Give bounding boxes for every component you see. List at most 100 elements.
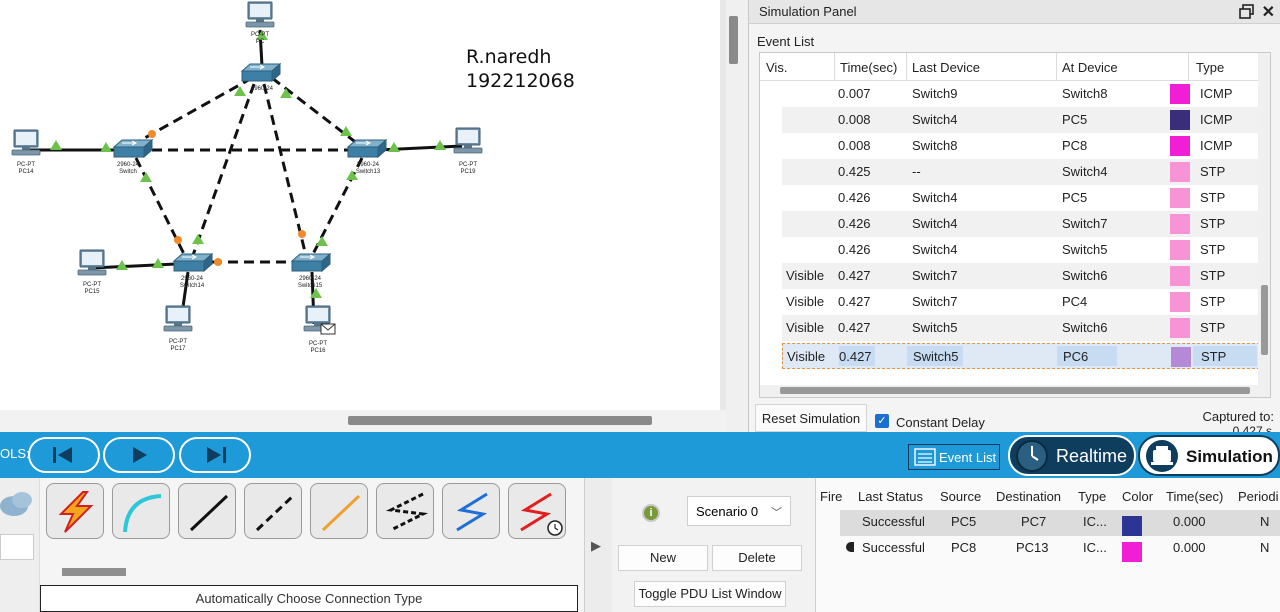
switch15-icon[interactable] xyxy=(291,253,331,272)
event-color-swatch xyxy=(1170,162,1190,182)
panel-collapse-arrow[interactable]: ▶ xyxy=(584,478,612,612)
pdu-envelope-icon[interactable] xyxy=(320,323,336,335)
straight-through-cable-tool[interactable] xyxy=(178,483,236,539)
pdu-col-color[interactable]: Color xyxy=(1122,489,1153,504)
cloud-icon[interactable] xyxy=(0,484,40,524)
event-row-selected[interactable]: Visible 0.427 Switch5 PC6 STP xyxy=(782,343,1260,369)
event-row[interactable]: 0.008 Switch8 PC8 ICMP xyxy=(782,133,1260,159)
phone-cable-tool[interactable] xyxy=(376,483,434,539)
palette-scroll-thumb[interactable] xyxy=(62,568,126,576)
event-row[interactable]: 0.008 Switch4 PC5 ICMP xyxy=(782,107,1260,133)
col-at-device[interactable]: At Device xyxy=(1062,60,1118,75)
canvas-vertical-scrollbar[interactable] xyxy=(726,0,748,432)
pdu-col-type[interactable]: Type xyxy=(1078,489,1106,504)
device-category-column xyxy=(0,478,40,612)
pc-top-icon[interactable] xyxy=(245,1,275,28)
pc14-type: PC-PT xyxy=(17,162,35,168)
event-last-device: Switch4 xyxy=(912,190,958,205)
pdu-status: Successful xyxy=(862,514,925,529)
event-color-swatch xyxy=(1170,292,1190,312)
pc15-icon[interactable] xyxy=(77,249,107,276)
event-color-swatch xyxy=(1170,84,1190,104)
pdu-row[interactable]: Successful PC8 PC13 IC... 0.000 N xyxy=(840,536,1280,562)
connection-type-description: Automatically Choose Connection Type xyxy=(40,585,578,612)
switch13-icon[interactable] xyxy=(347,139,387,158)
event-last-device: Switch9 xyxy=(912,86,958,101)
pdu-time: 0.000 xyxy=(1173,540,1206,555)
switch-top-icon[interactable] xyxy=(241,63,281,82)
event-at-device: Switch5 xyxy=(1062,242,1108,257)
clock-icon xyxy=(1016,440,1048,472)
chevron-down-icon: ﹀ xyxy=(771,507,782,519)
serial-cable-tool[interactable] xyxy=(508,483,566,539)
event-row[interactable]: Visible 0.427 Switch7 Switch6 STP xyxy=(782,263,1260,289)
event-list-hscroll-thumb[interactable] xyxy=(780,387,1250,394)
coaxial-cable-tool[interactable] xyxy=(442,483,500,539)
event-row[interactable]: 0.425 -- Switch4 STP xyxy=(782,159,1260,185)
device-subtype-box[interactable] xyxy=(0,534,34,560)
play-button[interactable] xyxy=(103,437,175,473)
back-button[interactable] xyxy=(28,437,100,473)
pdu-col-last-status[interactable]: Last Status xyxy=(858,489,923,504)
pc17-name: PC17 xyxy=(170,346,186,352)
simulation-panel: Simulation Panel ✕ Event List Vis. Time(… xyxy=(748,0,1280,438)
constant-delay-checkbox[interactable]: ✓ xyxy=(875,414,889,428)
delete-scenario-button[interactable]: Delete xyxy=(712,545,802,571)
col-time[interactable]: Time(sec) xyxy=(840,60,897,75)
event-at-device: Switch4 xyxy=(1062,164,1108,179)
pdu-col-time[interactable]: Time(sec) xyxy=(1166,489,1223,504)
pdu-col-fire[interactable]: Fire xyxy=(820,489,842,504)
fiber-cable-tool[interactable] xyxy=(310,483,368,539)
pdu-col-periodic[interactable]: Periodi xyxy=(1238,489,1278,504)
scenario-info-icon[interactable]: i xyxy=(642,504,660,522)
col-vis[interactable]: Vis. xyxy=(766,60,787,75)
pc14-icon[interactable] xyxy=(11,129,41,156)
event-row[interactable]: 0.426 Switch4 Switch5 STP xyxy=(782,237,1260,263)
pc19-icon[interactable] xyxy=(453,127,483,154)
toggle-pdu-list-button[interactable]: Toggle PDU List Window xyxy=(634,581,786,607)
realtime-mode-button[interactable]: Realtime xyxy=(1008,435,1136,476)
close-icon[interactable]: ✕ xyxy=(1262,2,1275,22)
capture-forward-button[interactable] xyxy=(179,437,251,473)
reset-simulation-button[interactable]: Reset Simulation xyxy=(755,404,867,432)
event-row[interactable]: Visible 0.427 Switch7 PC4 STP xyxy=(782,289,1260,315)
canvas-vscroll-thumb[interactable] xyxy=(729,16,738,64)
col-type[interactable]: Type xyxy=(1196,60,1224,75)
event-list-toggle-button[interactable]: Event List xyxy=(908,444,1000,470)
pdu-row[interactable]: Successful PC5 PC7 IC... 0.000 N xyxy=(840,510,1280,536)
restore-window-icon[interactable] xyxy=(1239,4,1255,20)
event-at-device: Switch8 xyxy=(1062,86,1108,101)
canvas-hscroll-thumb[interactable] xyxy=(348,416,652,425)
event-time: 0.426 xyxy=(838,216,871,231)
event-row[interactable]: 0.007 Switch9 Switch8 ICMP xyxy=(782,81,1260,107)
switch14-icon[interactable] xyxy=(173,253,213,272)
pdu-color-swatch xyxy=(1122,542,1142,562)
event-row[interactable]: Visible 0.427 Switch5 Switch6 STP xyxy=(782,315,1260,341)
packet-tracer-window: PC-PT PC 2960-24 PC-PT PC14 2960-24 Swit… xyxy=(0,0,1280,612)
event-vis: Visible xyxy=(787,349,826,364)
skip-back-icon xyxy=(53,447,72,463)
event-last-device: Switch4 xyxy=(912,242,958,257)
event-last-device: Switch4 xyxy=(912,112,958,127)
console-cable-tool[interactable] xyxy=(112,483,170,539)
event-row[interactable]: 0.426 Switch4 PC5 STP xyxy=(782,185,1260,211)
pdu-col-destination[interactable]: Destination xyxy=(996,489,1061,504)
lightning-icon xyxy=(58,491,94,533)
crossover-cable-tool[interactable] xyxy=(244,483,302,539)
pdu-destination: PC13 xyxy=(1016,540,1049,555)
auto-connection-tool[interactable] xyxy=(46,483,104,539)
switch-left-icon[interactable] xyxy=(113,139,153,158)
pdu-source: PC5 xyxy=(951,514,977,529)
col-last-device[interactable]: Last Device xyxy=(912,60,980,75)
topology-canvas[interactable]: PC-PT PC 2960-24 PC-PT PC14 2960-24 Swit… xyxy=(0,0,720,410)
new-scenario-button[interactable]: New xyxy=(618,545,708,571)
event-type: STP xyxy=(1200,164,1226,179)
pc19-name: PC19 xyxy=(460,169,476,175)
event-last-device: Switch5 xyxy=(912,320,958,335)
scenario-select[interactable]: Scenario 0 ﹀ xyxy=(687,496,791,526)
simulation-mode-button[interactable]: Simulation xyxy=(1138,435,1280,476)
event-row[interactable]: 0.426 Switch4 Switch7 STP xyxy=(782,211,1260,237)
pc17-icon[interactable] xyxy=(163,305,193,332)
pdu-col-source[interactable]: Source xyxy=(940,489,981,504)
event-list-vscroll-thumb[interactable] xyxy=(1261,285,1268,355)
